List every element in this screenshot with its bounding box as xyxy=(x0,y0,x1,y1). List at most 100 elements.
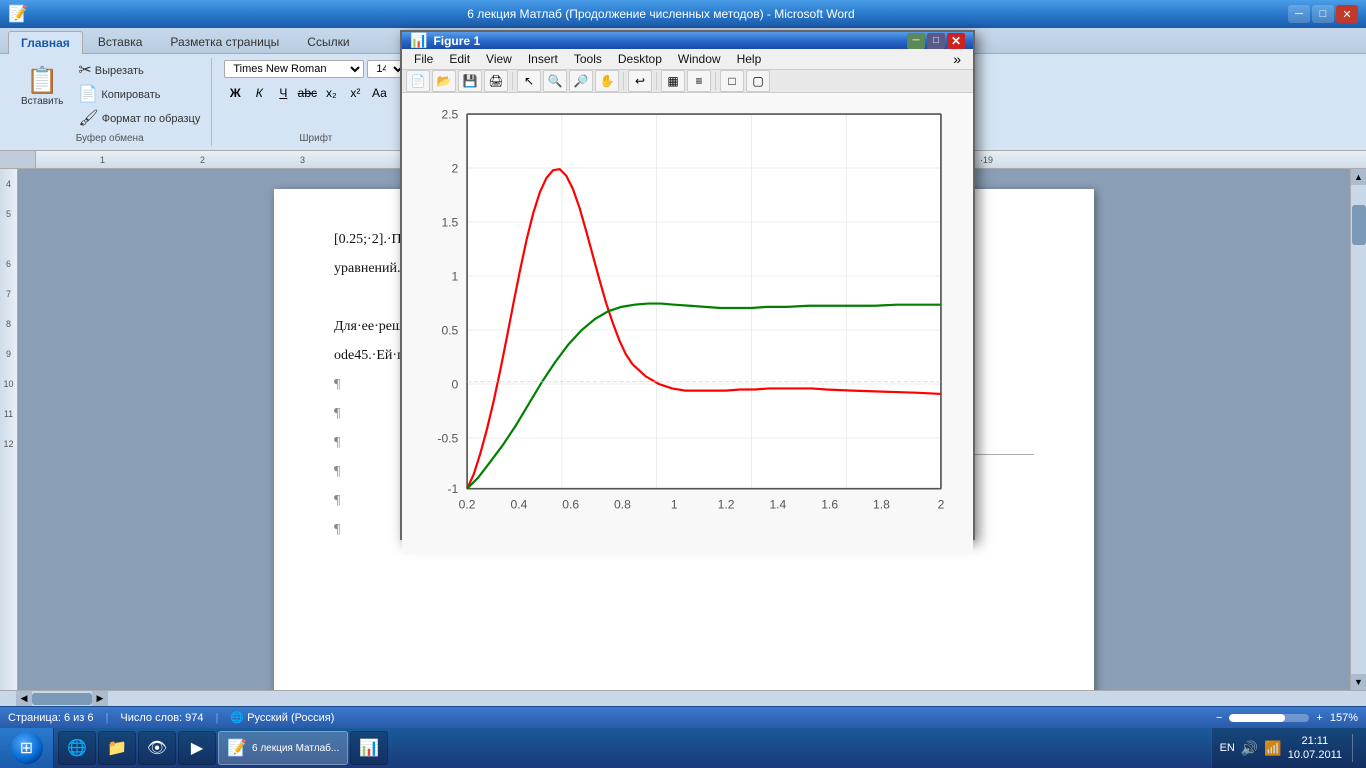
svg-text:2: 2 xyxy=(938,498,945,512)
matlab-tb-pan[interactable]: ✋ xyxy=(595,70,619,92)
cut-icon: ✂ xyxy=(78,63,91,79)
cut-button[interactable]: ✂ Вырезать xyxy=(73,60,205,82)
matlab-menu-arrow[interactable]: » xyxy=(945,49,969,69)
taskbar-item-player[interactable]: ▶ xyxy=(178,731,216,765)
svg-text:1.4: 1.4 xyxy=(769,498,786,512)
matlab-maximize-button[interactable]: □ xyxy=(927,33,945,49)
svg-text:1: 1 xyxy=(671,498,678,512)
matlab-menu-insert[interactable]: Insert xyxy=(520,50,566,68)
matlab-tb-print[interactable]: 🖨 xyxy=(484,70,508,92)
start-button[interactable]: ⊞ xyxy=(0,728,54,768)
clipboard-group: 📋 Вставить ✂ Вырезать 📄 Копировать xyxy=(8,58,212,146)
matlab-menu-window[interactable]: Window xyxy=(670,50,729,68)
matlab-menu-edit[interactable]: Edit xyxy=(441,50,478,68)
copy-label: Копировать xyxy=(101,89,160,101)
svg-text:-0.5: -0.5 xyxy=(437,431,458,445)
svg-text:2: 2 xyxy=(452,161,459,175)
matlab-menu-file[interactable]: File xyxy=(406,50,441,68)
svg-text:0.6: 0.6 xyxy=(562,498,579,512)
bold-button[interactable]: Ж xyxy=(224,83,246,103)
matlab-titlebar: 📊 Figure 1 ─ □ ✕ xyxy=(402,32,973,49)
page-status: Страница: 6 из 6 xyxy=(8,712,94,724)
matlab-close-button[interactable]: ✕ xyxy=(947,33,965,49)
horizontal-scrollbar: ◀ ▶ xyxy=(0,690,1366,706)
format-buttons-row: Ж К Ч abc x₂ x² Аа xyxy=(224,83,390,103)
taskbar-item-word[interactable]: 📝 6 лекция Матлаб... xyxy=(218,731,348,765)
matlab-tb-rect2[interactable]: ▢ xyxy=(746,70,770,92)
matlab-tb-zoom-out[interactable]: 🔎 xyxy=(569,70,593,92)
scroll-h-thumb[interactable] xyxy=(32,693,92,705)
taskbar-item-ie[interactable]: 🌐 xyxy=(58,731,96,765)
matlab-menu-tools[interactable]: Tools xyxy=(566,50,610,68)
svg-text:1.2: 1.2 xyxy=(718,498,735,512)
matlab-menu-view[interactable]: View xyxy=(478,50,520,68)
matlab-minimize-button[interactable]: ─ xyxy=(907,33,925,49)
taskbar-item-matlab[interactable]: 📊 xyxy=(350,731,388,765)
italic-button[interactable]: К xyxy=(248,83,270,103)
subscript-button[interactable]: x₂ xyxy=(320,83,342,103)
matlab-tb-rect1[interactable]: □ xyxy=(720,70,744,92)
matlab-tb-save[interactable]: 💾 xyxy=(458,70,482,92)
font-name-select[interactable]: Times New Roman xyxy=(224,60,364,78)
underline-button[interactable]: Ч xyxy=(272,83,294,103)
format-painter-button[interactable]: 🖌 Формат по образцу xyxy=(73,108,205,130)
ie-icon: 🌐 xyxy=(67,738,87,758)
tray-show-desktop-icon[interactable] xyxy=(1352,734,1358,762)
font-name-row: Times New Roman 14 xyxy=(224,60,407,78)
scroll-up-button[interactable]: ▲ xyxy=(1351,169,1366,185)
matlab-toolbar: 📄 📂 💾 🖨 ↖ 🔍 🔎 ✋ ↩ ▦ ≡ □ ▢ xyxy=(402,70,973,93)
tab-home[interactable]: Главная xyxy=(8,31,83,54)
tab-references[interactable]: Ссылки xyxy=(294,30,362,53)
paste-button[interactable]: 📋 Вставить xyxy=(14,60,70,112)
matlab-tb-open[interactable]: 📂 xyxy=(432,70,456,92)
font-group: Times New Roman 14 Ж К Ч abc x₂ x² Аа xyxy=(216,58,416,146)
tray-clock[interactable]: 21:11 10.07.2011 xyxy=(1288,734,1342,763)
tray-date: 10.07.2011 xyxy=(1288,748,1342,762)
superscript-button[interactable]: x² xyxy=(344,83,366,103)
word-close-button[interactable]: ✕ xyxy=(1336,5,1358,23)
matlab-tb-colorbar[interactable]: ▦ xyxy=(661,70,685,92)
matlab-menu-desktop[interactable]: Desktop xyxy=(610,50,670,68)
strikethrough-button[interactable]: abc xyxy=(296,83,318,103)
matlab-tb-new[interactable]: 📄 xyxy=(406,70,430,92)
matlab-tb-rotate[interactable]: ↩ xyxy=(628,70,652,92)
word-title: 6 лекция Матлаб (Продолжение численных м… xyxy=(34,7,1288,21)
zoom-slider[interactable] xyxy=(1229,714,1309,722)
word-maximize-button[interactable]: □ xyxy=(1312,5,1334,23)
scroll-down-button[interactable]: ▼ xyxy=(1351,674,1366,690)
tray-language[interactable]: EN xyxy=(1220,742,1235,754)
matlab-window: 📊 Figure 1 ─ □ ✕ File Edit View Insert T… xyxy=(400,30,975,540)
matlab-menubar: File Edit View Insert Tools Desktop Wind… xyxy=(402,49,973,70)
language-flag: 🌐 xyxy=(230,711,244,724)
tray-network-icon[interactable]: 📶 xyxy=(1264,740,1281,757)
tray-volume-icon[interactable]: 🔊 xyxy=(1241,740,1258,757)
format-painter-label: Формат по образцу xyxy=(102,113,201,125)
scroll-thumb[interactable] xyxy=(1352,205,1366,245)
format-painter-icon: 🖌 xyxy=(78,111,98,127)
matlab-tb-cursor[interactable]: ↖ xyxy=(517,70,541,92)
matlab-menu-help[interactable]: Help xyxy=(729,50,770,68)
start-orb: ⊞ xyxy=(11,732,43,764)
matlab-tb-zoom-in[interactable]: 🔍 xyxy=(543,70,567,92)
font-group-label: Шрифт xyxy=(299,133,332,144)
status-sep-1: | xyxy=(106,712,109,724)
copy-button[interactable]: 📄 Копировать xyxy=(73,84,205,106)
tab-insert[interactable]: Вставка xyxy=(85,30,156,53)
matlab-tb-legend[interactable]: ≡ xyxy=(687,70,711,92)
zoom-progress xyxy=(1229,714,1285,722)
scroll-left-button[interactable]: ◀ xyxy=(16,691,32,707)
status-sep-2: | xyxy=(216,712,219,724)
word-minimize-button[interactable]: ─ xyxy=(1288,5,1310,23)
scroll-track xyxy=(1352,185,1366,674)
zoom-minus-button[interactable]: − xyxy=(1212,712,1226,724)
tab-page-layout[interactable]: Разметка страницы xyxy=(157,30,292,53)
taskbar-item-explorer[interactable]: 📁 xyxy=(98,731,136,765)
zoom-plus-button[interactable]: + xyxy=(1312,712,1326,724)
scroll-right-button[interactable]: ▶ xyxy=(92,691,108,707)
svg-text:1.8: 1.8 xyxy=(873,498,890,512)
svg-text:0.8: 0.8 xyxy=(614,498,631,512)
change-case-button[interactable]: Аа xyxy=(368,83,390,103)
taskbar-item-media[interactable]: 👁 xyxy=(138,731,176,765)
svg-text:0.4: 0.4 xyxy=(510,498,527,512)
explorer-icon: 📁 xyxy=(107,738,127,758)
